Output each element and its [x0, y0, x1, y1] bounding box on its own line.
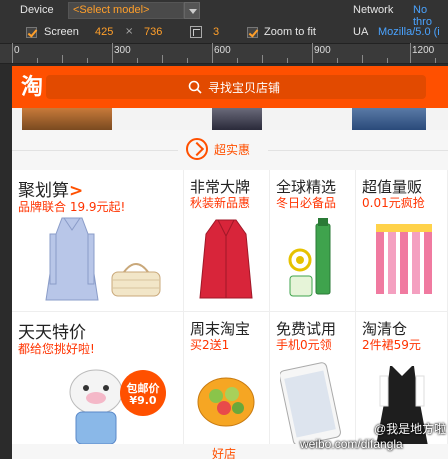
ruler-tick — [410, 43, 411, 63]
device-model-select[interactable]: <Select model> — [68, 2, 184, 19]
cell-subtitle: 都给您挑好啦! — [18, 342, 95, 356]
ruler-tick — [262, 55, 263, 63]
handbag-image — [111, 263, 161, 297]
device-dropdown-button[interactable] — [184, 2, 200, 19]
ruler-tick — [87, 58, 88, 63]
cell-subtitle: 秋装新品惠 — [190, 196, 251, 210]
fruit-basket-image — [197, 377, 255, 427]
ruler-tick — [12, 43, 13, 63]
screen-width-input[interactable]: 425 — [95, 26, 113, 38]
badge-price: ¥9.0 — [129, 394, 157, 407]
screen-label: Screen — [44, 26, 79, 38]
cell-subtitle: 买2送1 — [190, 338, 230, 352]
ua-label: UA — [353, 26, 369, 38]
free-shipping-badge: 包邮价 ¥9.0 — [120, 370, 166, 416]
user-agent-input[interactable]: Mozilla/5.0 (i — [378, 26, 440, 38]
watermark-user: @我是地方啦 — [374, 422, 447, 436]
emulation-toolbar: Device <Select model> Network No thro Sc… — [0, 0, 448, 44]
ruler-tick — [137, 58, 138, 63]
taobao-logo[interactable]: 淘 — [18, 74, 46, 102]
toothbrush-image — [376, 224, 432, 294]
zoom-to-fit-checkbox[interactable] — [247, 27, 258, 38]
promo-cell-tiantiantejia[interactable]: 天天特价 都给您挑好啦! 包邮价 ¥9.0 — [12, 312, 184, 459]
search-header: 淘 寻找宝贝店铺 — [12, 66, 448, 108]
ruler-tick — [187, 58, 188, 63]
swap-dimensions-icon[interactable] — [190, 26, 202, 38]
promo-cell-zhoumotaobao[interactable]: 周末淘宝 买2送1 — [184, 312, 270, 459]
ruler-tick — [287, 58, 288, 63]
ruler-tick — [37, 58, 38, 63]
banner-thumb-fabric[interactable] — [352, 108, 426, 130]
promo-cell-chaozhiliangfan[interactable]: 超值量贩 0.01元疯抢 — [356, 170, 448, 312]
banner-thumb-bag[interactable] — [22, 108, 112, 130]
price-tag-icon — [186, 138, 208, 160]
cell-subtitle: 0.01元疯抢 — [362, 196, 425, 210]
search-icon — [188, 80, 202, 94]
device-scale-input[interactable]: 3 — [213, 26, 219, 38]
watermark-url: weibo.com/difangla — [300, 437, 403, 451]
ruler-tick — [337, 58, 338, 63]
ruler-tick — [435, 58, 436, 63]
cell-subtitle: 2件裙59元 — [362, 338, 421, 352]
ruler-tick — [362, 55, 363, 63]
screen-checkbox[interactable] — [26, 27, 37, 38]
network-label: Network — [353, 4, 394, 16]
ruler-tick — [237, 58, 238, 63]
ruler-tick — [312, 43, 313, 63]
promo-cell-juhuasuan[interactable]: 聚划算> 品牌联合 19.9元起! — [12, 170, 184, 312]
ruler-tick — [387, 58, 388, 63]
cell-subtitle: 冬日必备品 — [276, 196, 337, 210]
ruler-tick — [162, 55, 163, 63]
horizontal-ruler: 0 300 600 900 1200 — [0, 43, 448, 64]
cell-subtitle: 手机0元领 — [276, 338, 332, 352]
emulated-viewport: 淘 寻找宝贝店铺 超实惠 聚划算> 品牌联合 19.9元起! 非常大牌 秋装新品… — [12, 66, 448, 459]
network-throttle-select[interactable]: No thro — [408, 2, 448, 28]
coat-image — [45, 217, 99, 301]
divider-line — [12, 150, 178, 151]
toolbar-row-device: Device <Select model> Network No thro — [0, 0, 448, 28]
screen-height-input[interactable]: 736 — [144, 26, 162, 38]
dimension-times: × — [125, 26, 134, 37]
promo-grid: 聚划算> 品牌联合 19.9元起! 非常大牌 秋装新品惠 全球精选 冬日必备品 … — [12, 170, 448, 459]
ruler-label: 300 — [114, 45, 131, 56]
device-label: Device — [20, 4, 54, 16]
skincare-image — [288, 218, 331, 297]
pig-toy-image — [69, 369, 123, 445]
zoom-to-fit-label: Zoom to fit — [264, 26, 316, 38]
devtools-emulator-window: Device <Select model> Network No thro Sc… — [0, 0, 448, 459]
ruler-label: 1200 — [412, 45, 435, 56]
search-box[interactable]: 寻找宝贝店铺 — [46, 75, 426, 99]
search-placeholder: 寻找宝贝店铺 — [208, 81, 281, 95]
promo-cell-quanqiujingxuan[interactable]: 全球精选 冬日必备品 — [270, 170, 356, 312]
divider-line — [268, 150, 448, 151]
ruler-label: 600 — [214, 45, 231, 56]
next-section-title: 好店 — [212, 447, 237, 459]
banner-thumb-dress[interactable] — [212, 108, 262, 130]
cell-subtitle: 品牌联合 19.9元起! — [18, 200, 126, 214]
banner-strip — [12, 108, 448, 130]
section-title: 超实惠 — [214, 143, 251, 157]
red-coat-image — [199, 219, 253, 299]
ruler-tick — [212, 43, 213, 63]
section-divider-chaoshihui: 超实惠 — [12, 130, 448, 170]
ruler-tick — [112, 43, 113, 63]
ruler-label: 0 — [14, 45, 20, 56]
phone-image — [280, 362, 341, 446]
ruler-label: 900 — [314, 45, 331, 56]
ruler-tick — [62, 55, 63, 63]
promo-cell-feichangdapai[interactable]: 非常大牌 秋装新品惠 — [184, 170, 270, 312]
weibo-icon — [358, 420, 372, 432]
toolbar-row-screen: Screen 425 × 736 3 Zoom to fit UA Mozill… — [0, 22, 448, 44]
